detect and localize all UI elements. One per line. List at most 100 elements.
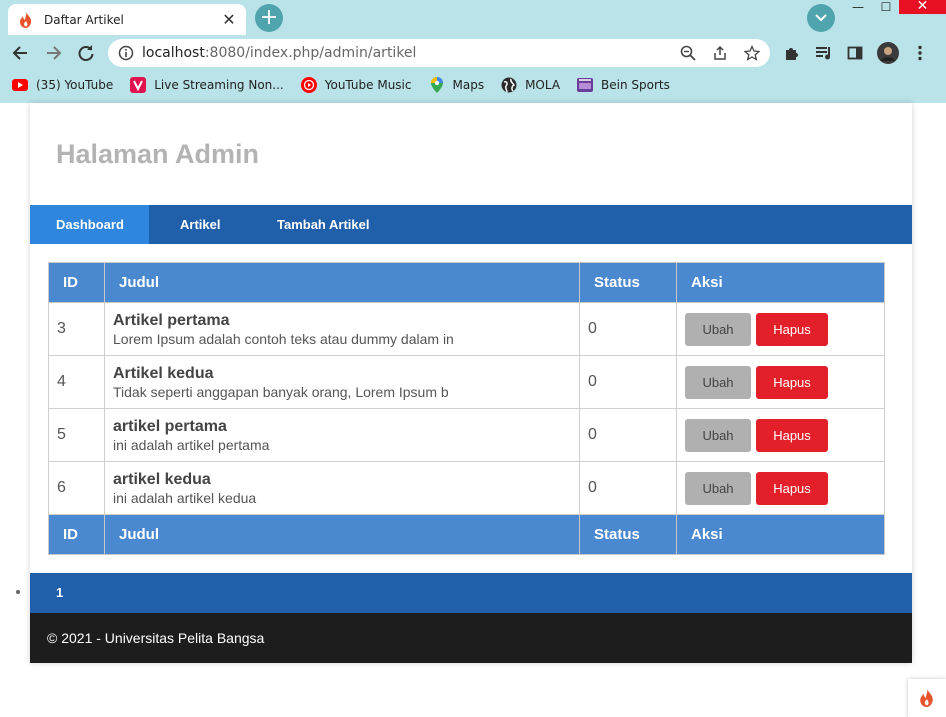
forward-arrow-icon[interactable]	[42, 41, 66, 65]
footer-header-judul: Judul	[104, 514, 580, 555]
tab-close-icon[interactable]: ✕	[222, 10, 236, 29]
bookmarks-bar: (35) YouTube Live Streaming Non... YouTu…	[0, 74, 946, 96]
delete-button[interactable]: Hapus	[756, 471, 828, 505]
article-excerpt: ini adalah artikel pertama	[113, 436, 270, 453]
address-bar[interactable]: localhost:8080/index.php/admin/artikel	[108, 39, 770, 67]
article-excerpt: ini adalah artikel kedua	[113, 489, 257, 506]
reload-icon[interactable]	[74, 41, 98, 65]
edit-button[interactable]: Ubah	[685, 365, 751, 399]
row-status: 0	[579, 302, 677, 356]
row-id: 5	[48, 408, 105, 462]
bookmark-label: Live Streaming Non...	[154, 78, 284, 92]
tab-search-button[interactable]	[807, 4, 835, 32]
row-actions: Ubah Hapus	[676, 355, 885, 409]
table-row: 5 artikel pertama ini adalah artikel pert…	[48, 408, 885, 462]
footer-header-status: Status	[579, 514, 677, 555]
article-title: artikel kedua	[113, 470, 211, 488]
delete-button[interactable]: Hapus	[756, 418, 828, 452]
bookmark-youtube[interactable]: (35) YouTube	[12, 77, 113, 93]
article-excerpt: Tidak seperti anggapan banyak orang, Lor…	[113, 383, 449, 400]
codeigniter-debug-toolbar-icon[interactable]	[908, 679, 946, 717]
admin-nav: Dashboard Artikel Tambah Artikel	[30, 205, 912, 244]
table-footer-row: ID Judul Status Aksi	[48, 514, 885, 555]
vidio-icon	[130, 77, 147, 93]
nav-item-dashboard[interactable]: Dashboard	[30, 205, 149, 244]
admin-container: Halaman Admin Dashboard Artikel Tambah A…	[30, 103, 912, 663]
row-id: 4	[48, 355, 105, 409]
nav-item-tambah-artikel[interactable]: Tambah Artikel	[247, 205, 387, 244]
maximize-icon[interactable]: ☐	[876, 0, 896, 14]
browser-chrome: Daftar Artikel ✕ + — ☐ ✕ localhost:8080/…	[0, 0, 946, 103]
window-close-icon[interactable]: ✕	[899, 0, 946, 14]
row-judul: artikel pertama ini adalah artikel pertam…	[104, 408, 580, 462]
article-title: Artikel kedua	[113, 364, 214, 382]
bookmark-bein-sports[interactable]: Bein Sports	[577, 77, 670, 93]
pagination: 1	[30, 573, 912, 613]
row-judul: artikel kedua ini adalah artikel kedua	[104, 461, 580, 515]
site-info-icon[interactable]	[118, 45, 134, 61]
delete-button[interactable]: Hapus	[756, 312, 828, 346]
nav-item-artikel[interactable]: Artikel	[149, 205, 247, 244]
row-actions: Ubah Hapus	[676, 302, 885, 356]
browser-toolbar: localhost:8080/index.php/admin/artikel	[0, 35, 946, 71]
bookmark-label: MOLA	[525, 78, 561, 92]
table-row: 4 Artikel kedua Tidak seperti anggapan ba…	[48, 355, 885, 409]
edit-button[interactable]: Ubah	[685, 471, 751, 505]
url-path: :8080/index.php/admin/artikel	[204, 45, 417, 61]
article-title: artikel pertama	[113, 417, 227, 435]
page-link-current[interactable]: 1	[56, 585, 63, 600]
page-title: Halaman Admin	[56, 139, 260, 169]
youtube-music-icon	[300, 77, 317, 93]
column-header-id: ID	[48, 262, 105, 303]
column-header-aksi: Aksi	[676, 262, 885, 303]
article-title: Artikel pertama	[113, 311, 230, 329]
extensions-puzzle-icon[interactable]	[780, 41, 804, 65]
row-judul: Artikel kedua Tidak seperti anggapan bany…	[104, 355, 580, 409]
article-excerpt: Lorem Ipsum adalah contoh teks atau dumm…	[113, 330, 454, 347]
bookmark-maps[interactable]: Maps	[429, 77, 485, 93]
row-status: 0	[579, 355, 677, 409]
row-id: 6	[48, 461, 105, 515]
row-judul: Artikel pertama Lorem Ipsum adalah contoh…	[104, 302, 580, 356]
footer-header-aksi: Aksi	[676, 514, 885, 555]
bookmark-live-streaming[interactable]: Live Streaming Non...	[130, 77, 284, 93]
menu-kebab-icon[interactable]	[908, 41, 932, 65]
list-bullet	[16, 590, 20, 594]
url-host: localhost	[142, 45, 205, 61]
bookmark-label: Maps	[452, 78, 485, 92]
bookmark-star-icon[interactable]	[744, 45, 760, 61]
bookmark-label: YouTube Music	[324, 78, 412, 92]
tab-title: Daftar Artikel	[44, 12, 124, 27]
table-row: 3 Artikel pertama Lorem Ipsum adalah cont…	[48, 302, 885, 356]
back-arrow-icon[interactable]	[8, 41, 32, 65]
bookmark-label: (35) YouTube	[36, 78, 114, 92]
zoom-icon[interactable]	[680, 45, 696, 61]
bookmark-youtube-music[interactable]: YouTube Music	[300, 77, 412, 93]
row-status: 0	[579, 461, 677, 515]
delete-button[interactable]: Hapus	[756, 365, 828, 399]
browser-tab[interactable]: Daftar Artikel ✕	[8, 4, 246, 35]
page-footer: © 2021 - Universitas Pelita Bangsa	[30, 613, 912, 663]
row-status: 0	[579, 408, 677, 462]
side-panel-icon[interactable]	[843, 41, 867, 65]
bookmark-label: Bein Sports	[601, 78, 670, 92]
edit-button[interactable]: Ubah	[685, 418, 751, 452]
column-header-status: Status	[579, 262, 677, 303]
share-icon[interactable]	[712, 45, 728, 61]
article-table: ID Judul Status Aksi 3 Artikel pertama Lo…	[48, 262, 885, 555]
row-actions: Ubah Hapus	[676, 408, 885, 462]
bein-sports-icon	[577, 77, 594, 93]
page-viewport: Halaman Admin Dashboard Artikel Tambah A…	[0, 103, 946, 717]
new-tab-button[interactable]: +	[255, 4, 283, 32]
row-actions: Ubah Hapus	[676, 461, 885, 515]
maps-pin-icon	[429, 77, 445, 93]
youtube-icon	[12, 77, 28, 93]
media-queue-icon[interactable]	[812, 41, 836, 65]
bookmark-mola[interactable]: MOLA	[501, 77, 560, 93]
table-row: 6 artikel kedua ini adalah artikel kedua …	[48, 461, 885, 515]
profile-avatar[interactable]	[876, 41, 900, 65]
globe-icon	[501, 77, 517, 93]
minimize-icon[interactable]: —	[848, 0, 868, 14]
footer-header-id: ID	[48, 514, 105, 555]
edit-button[interactable]: Ubah	[685, 312, 751, 346]
